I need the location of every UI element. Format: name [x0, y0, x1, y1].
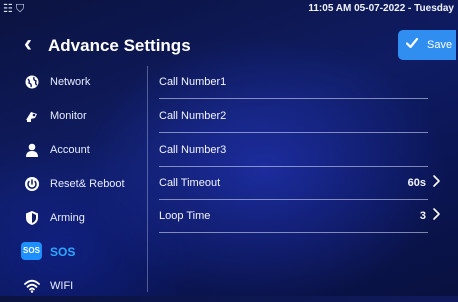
setting-row-loop-time[interactable]: Loop Time 3 — [148, 200, 458, 233]
sidebar-item-monitor[interactable]: Monitor — [0, 102, 148, 132]
setting-row-value: 3 — [419, 210, 426, 222]
chevron-right-icon — [433, 175, 440, 187]
row-divider — [159, 98, 428, 99]
back-button[interactable]: ‹ — [24, 31, 32, 57]
sidebar-item-label: Network — [50, 76, 91, 88]
setting-row-label: Call Number1 — [159, 76, 227, 88]
monitor-camera-icon — [24, 108, 40, 124]
account-user-icon — [24, 142, 40, 158]
sidebar-item-network[interactable]: Network — [0, 68, 148, 98]
sidebar-item-label: WIFI — [50, 280, 74, 292]
status-icons: ☷⛉ — [3, 2, 27, 16]
sidebar: Network Monitor Account Reset& Reboot Ar… — [0, 66, 148, 296]
setting-row-call-timeout[interactable]: Call Timeout 60s — [148, 167, 458, 200]
sidebar-item-label: Arming — [50, 212, 85, 224]
setting-row-label: Call Number2 — [159, 110, 227, 122]
network-globe-icon — [24, 74, 40, 90]
network-icon: ☷ — [3, 3, 16, 15]
shield-icon: ⛉ — [15, 3, 28, 15]
setting-row-label: Loop Time — [159, 210, 211, 222]
sidebar-item-arming[interactable]: Arming — [0, 204, 148, 234]
sidebar-item-account[interactable]: Account — [0, 136, 148, 166]
status-datetime: 11:05 AM 05-07-2022 - Tuesday — [308, 3, 454, 14]
wifi-icon — [24, 278, 40, 294]
sidebar-item-label: Reset& Reboot — [50, 178, 125, 190]
sos-icon: SOS — [21, 242, 42, 260]
setting-row-call-number1[interactable]: Call Number1 — [148, 66, 458, 99]
setting-row-call-number3[interactable]: Call Number3 — [148, 134, 458, 167]
row-divider — [159, 132, 428, 133]
save-button-label: Save — [427, 39, 453, 51]
sidebar-item-label: Monitor — [50, 110, 87, 122]
check-icon — [405, 37, 419, 49]
page-title: Advance Settings — [48, 36, 191, 55]
status-bar: ☷⛉ 11:05 AM 05-07-2022 - Tuesday — [0, 0, 458, 18]
setting-row-value: 60s — [407, 177, 426, 189]
setting-row-call-number2[interactable]: Call Number2 — [148, 100, 458, 133]
sidebar-item-label: Account — [50, 144, 90, 156]
sidebar-item-reset-reboot[interactable]: Reset& Reboot — [0, 170, 148, 200]
row-divider — [159, 232, 428, 233]
chevron-left-icon: ‹ — [24, 30, 32, 57]
reset-reboot-icon — [24, 176, 40, 192]
sidebar-item-sos[interactable]: SOS SOS — [0, 238, 148, 268]
sidebar-item-wifi[interactable]: WIFI — [0, 272, 148, 302]
chevron-right-icon — [433, 208, 440, 220]
setting-row-label: Call Number3 — [159, 144, 227, 156]
header: ‹ Advance Settings Save — [0, 28, 458, 64]
arming-shield-icon — [24, 210, 40, 226]
sidebar-item-label: SOS — [50, 245, 76, 259]
setting-row-label: Call Timeout — [159, 177, 221, 189]
save-button[interactable]: Save — [398, 30, 456, 60]
